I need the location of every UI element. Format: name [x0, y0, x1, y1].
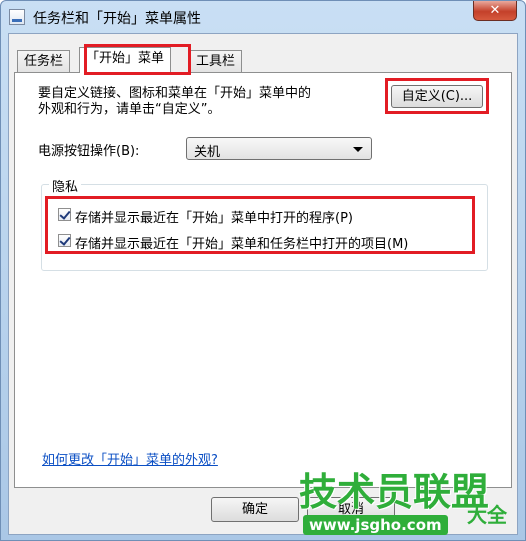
start-menu-tab-panel — [14, 72, 512, 488]
power-button-label: 电源按钮操作(B): — [38, 144, 140, 159]
description-line-2: 外观和行为，请单击“自定义”。 — [38, 102, 221, 117]
watermark-side-text: 大全 — [467, 503, 507, 527]
close-button[interactable]: ✕ — [473, 1, 517, 21]
watermark-logo: 技术员联盟 大全 www.jsgho.com — [297, 471, 525, 539]
power-button-select[interactable]: 关机 — [186, 137, 372, 160]
title-bar[interactable]: 任务栏和「开始」菜单属性 ✕ — [1, 1, 525, 33]
customize-description: 要自定义链接、图标和菜单在「开始」菜单中的 外观和行为，请单击“自定义”。 — [38, 86, 368, 118]
power-button-value: 关机 — [194, 145, 221, 160]
watermark-url: www.jsgho.com — [303, 515, 448, 535]
ok-button[interactable]: 确定 — [211, 497, 299, 522]
properties-dialog: 任务栏和「开始」菜单属性 ✕ 任务栏 「开始」菜单 工具栏 要自定义链接、图标和… — [0, 0, 526, 541]
dialog-client-area: 任务栏 「开始」菜单 工具栏 要自定义链接、图标和菜单在「开始」菜单中的 外观和… — [8, 33, 518, 535]
watermark-main-text: 技术员联盟 — [299, 470, 490, 514]
window-title: 任务栏和「开始」菜单属性 — [33, 11, 201, 27]
tab-taskbar[interactable]: 任务栏 — [17, 50, 71, 72]
tab-toolbars[interactable]: 工具栏 — [189, 50, 243, 72]
privacy-highlight-box — [45, 196, 475, 254]
help-link[interactable]: 如何更改「开始」菜单的外观? — [42, 449, 218, 468]
customize-highlight-box — [385, 78, 489, 114]
tab-highlight-box — [84, 44, 191, 75]
taskbar-properties-icon — [9, 9, 25, 25]
description-line-1: 要自定义链接、图标和菜单在「开始」菜单中的 — [38, 86, 312, 101]
chevron-down-icon — [353, 147, 363, 152]
privacy-group-title: 隐私 — [49, 176, 82, 195]
